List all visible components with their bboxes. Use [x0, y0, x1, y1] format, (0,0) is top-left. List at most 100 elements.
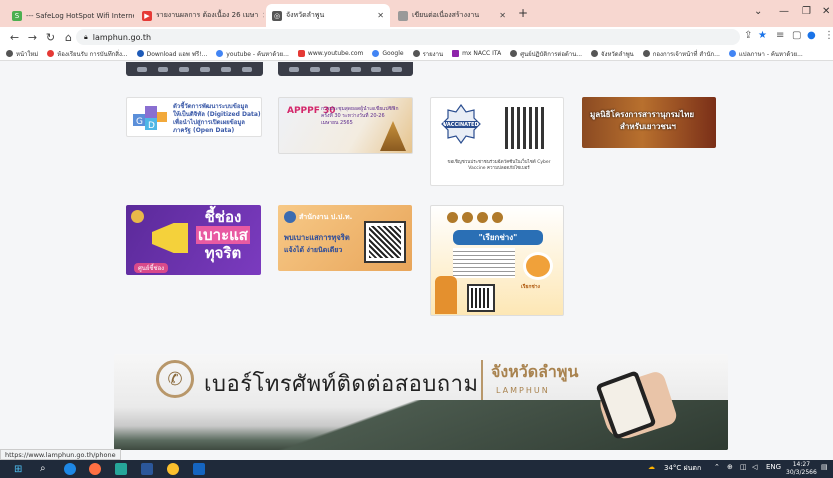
- youtube-icon: ▶: [142, 10, 152, 21]
- minimize-button[interactable]: —: [779, 6, 789, 17]
- thai-encyclopedia-banner[interactable]: มูลนิธิโครงการสารานุกรมไทย สำหรับเยาวชนฯ: [582, 97, 716, 148]
- reload-icon[interactable]: ↻: [44, 31, 57, 44]
- bookmark-item[interactable]: จังหวัดลำพูน: [591, 49, 634, 59]
- ppc-logo-icon: [284, 211, 296, 223]
- divider: [481, 360, 483, 400]
- network-icon[interactable]: ⊕: [727, 463, 733, 471]
- new-tab-button[interactable]: +: [518, 6, 528, 20]
- star-icon[interactable]: ★: [758, 30, 767, 41]
- profile-icon[interactable]: ●: [807, 30, 816, 41]
- word-icon[interactable]: [193, 463, 205, 475]
- banner-line: ให้เป็นดิจิทัล (Digitized Data): [173, 111, 261, 118]
- mascot-icon: [523, 252, 553, 280]
- menu-icon[interactable]: ⋮: [824, 30, 833, 41]
- bookmark-label: หน้าใหม่: [16, 50, 39, 58]
- windows-start-icon[interactable]: ⊞: [14, 464, 22, 475]
- bookmark-icon: [47, 50, 55, 57]
- bookmark-item[interactable]: หน้าใหม่: [6, 49, 38, 59]
- call-technician-banner[interactable]: "เรียกช่าง" เรียกช่าง: [430, 205, 564, 316]
- close-icon[interactable]: ✕: [499, 11, 506, 20]
- bookmark-item[interactable]: รายงาน: [412, 49, 444, 59]
- mascot-label: เรียกช่าง: [521, 284, 540, 290]
- forward-arrow-icon[interactable]: →: [26, 31, 39, 44]
- banner-line: ตัวชี้วัดการพัฒนาระบบข้อมูล: [173, 103, 249, 110]
- firefox-icon[interactable]: [89, 463, 101, 475]
- app-icon[interactable]: [141, 463, 153, 475]
- text-lines: [453, 248, 515, 278]
- apppf-text: การประชุมสุดยอดผู้นำเอเชียแปซิฟิก ครั้งท…: [321, 106, 399, 126]
- volume-icon[interactable]: ◁: [752, 463, 757, 471]
- tab-writing[interactable]: เขียนต่อเนื่องสร้างงาน ✕: [392, 4, 512, 27]
- address-bar[interactable]: 🔒︎ lamphun.go.th: [76, 29, 740, 45]
- bookmark-label: ศูนย์ปฏิบัติการต่อต้าน...: [520, 50, 583, 58]
- bookmark-item[interactable]: Download แอพ ฟรี!...: [136, 49, 207, 59]
- window-close-button[interactable]: ✕: [822, 6, 830, 17]
- close-icon[interactable]: ✕: [262, 11, 264, 20]
- bookmark-label: www.youtube.com: [307, 50, 364, 57]
- clock[interactable]: 14:27 30/3/2566: [786, 461, 817, 477]
- corruption-headline: ชี้ช่อง เบาะแส ทุจริต: [196, 208, 250, 262]
- tab-label: --- SafeLog HotSpot Wifi Interne: [26, 11, 134, 20]
- chrome-icon[interactable]: [167, 463, 179, 475]
- bookmark-label: กองการเจ้าหน้าที่ สำนัก...: [652, 50, 720, 58]
- data-cubes-icon: G D: [133, 106, 167, 131]
- apppf-banner[interactable]: APPPF 30 การประชุมสุดยอดผู้นำเอเชียแปซิฟ…: [278, 97, 413, 154]
- extensions-icon[interactable]: ≡: [776, 30, 784, 41]
- sidepanel-icon[interactable]: ▢: [792, 30, 801, 41]
- browser-toolbar: ← → ↻ ⌂ 🔒︎ lamphun.go.th ⇪ ★ ≡ ▢ ● ⋮: [0, 27, 833, 47]
- hotline-banner[interactable]: ✆ เบอร์โทรศัพท์ติดต่อสอบถาม จังหวัดลำพูน…: [114, 354, 728, 450]
- globe-icon: [412, 50, 420, 57]
- page-content: G D ตัวชี้วัดการพัฒนาระบบข้อมูล ให้เป็นด…: [0, 61, 833, 450]
- cyber-vaccine-banner[interactable]: VACCINATED ขอเชิญชวนประชาชนร่วมฉีดวัคซีน…: [430, 97, 564, 186]
- headline-line: เบาะแส: [196, 226, 250, 244]
- tab-lamphun[interactable]: ◎ จังหวัดลำพูน ✕: [266, 4, 390, 27]
- maximize-button[interactable]: ❐: [802, 6, 811, 17]
- bookmark-item[interactable]: Google: [372, 50, 404, 57]
- youtube-icon: [297, 50, 305, 57]
- globe-icon: ◎: [272, 10, 282, 21]
- bookmark-item[interactable]: youtube - ค้นหาด้วย...: [216, 49, 289, 59]
- worker-illustration: [435, 276, 457, 314]
- report-corruption-banner[interactable]: ชี้ช่อง เบาะแส ทุจริต ศูนย์ชี้ช่อง: [126, 205, 261, 275]
- search-icon[interactable]: ⌕: [40, 463, 46, 474]
- ppc-banner[interactable]: สำนักงาน ป.ป.ท. พบเบาะแสการทุจริต แจ้งได…: [278, 205, 412, 271]
- app-icon[interactable]: [115, 463, 127, 475]
- back-arrow-icon[interactable]: ←: [8, 31, 21, 44]
- chevron-up-icon[interactable]: ⌃: [714, 463, 720, 471]
- svg-text:G: G: [136, 117, 143, 127]
- edge-icon[interactable]: [64, 463, 76, 475]
- weather-text[interactable]: 34°C ฝนตก: [664, 463, 701, 474]
- language-indicator[interactable]: ENG: [766, 463, 781, 471]
- banner-line: สำหรับเยาวชนฯ: [620, 122, 676, 131]
- notification-icon[interactable]: ▤: [821, 463, 828, 471]
- bookmarks-bar: หน้าใหม่ ห้องเรียนรับ การบันทึกสิ่ง... D…: [0, 47, 833, 61]
- home-icon[interactable]: ⌂: [62, 31, 75, 44]
- ppc-line2: แจ้งได้ ง่ายนิดเดียว: [284, 246, 343, 254]
- banner-line: เพื่อนำไปสู่การเปิดเผยข้อมูล: [173, 119, 245, 126]
- tab-label: เขียนต่อเนื่องสร้างงาน: [412, 11, 480, 19]
- bookmark-item[interactable]: ห้องเรียนรับ การบันทึกสิ่ง...: [47, 49, 128, 59]
- encyclopedia-text: มูลนิธิโครงการสารานุกรมไทย สำหรับเยาวชนฯ: [590, 109, 694, 133]
- tab-safelog[interactable]: S --- SafeLog HotSpot Wifi Interne ✕: [6, 4, 134, 27]
- windows-taskbar: ⊞ ⌕ ☁ 34°C ฝนตก ⌃ ⊕ ◫ ◁ ENG 14:27 30/3/2…: [0, 460, 833, 478]
- banner-strip: [126, 62, 263, 76]
- globe-icon: [642, 50, 650, 57]
- bookmark-label: รายงาน: [422, 50, 444, 58]
- qr-code: [364, 221, 406, 263]
- tab-youtube[interactable]: ▶ รายงานผลการ ต้องเนื้อง 26 เมษา ✕: [136, 4, 264, 27]
- close-icon[interactable]: ✕: [377, 11, 384, 20]
- chevron-down-icon[interactable]: ⌄: [754, 6, 762, 17]
- bookmark-item[interactable]: www.youtube.com: [297, 50, 364, 57]
- bookmark-item[interactable]: ศูนย์ปฏิบัติการต่อต้าน...: [510, 49, 582, 59]
- bookmark-item[interactable]: กองการเจ้าหน้าที่ สำนัก...: [642, 49, 720, 59]
- globe-icon: [510, 50, 518, 57]
- bookmark-item[interactable]: แปลภาษา - ค้นหาด้วย...: [728, 49, 803, 59]
- wifi-icon[interactable]: ◫: [740, 463, 747, 471]
- bookmark-label: ห้องเรียนรับ การบันทึกสิ่ง...: [57, 50, 128, 58]
- call-technician-title: "เรียกช่าง": [453, 230, 543, 245]
- bookmark-label: youtube - ค้นหาด้วย...: [226, 50, 289, 58]
- province-name: จังหวัดลำพูน: [491, 362, 579, 381]
- open-data-banner[interactable]: G D ตัวชี้วัดการพัฒนาระบบข้อมูล ให้เป็นด…: [126, 97, 262, 137]
- bookmark-item[interactable]: mx NACC ITA: [452, 50, 501, 57]
- share-icon[interactable]: ⇪: [744, 30, 752, 41]
